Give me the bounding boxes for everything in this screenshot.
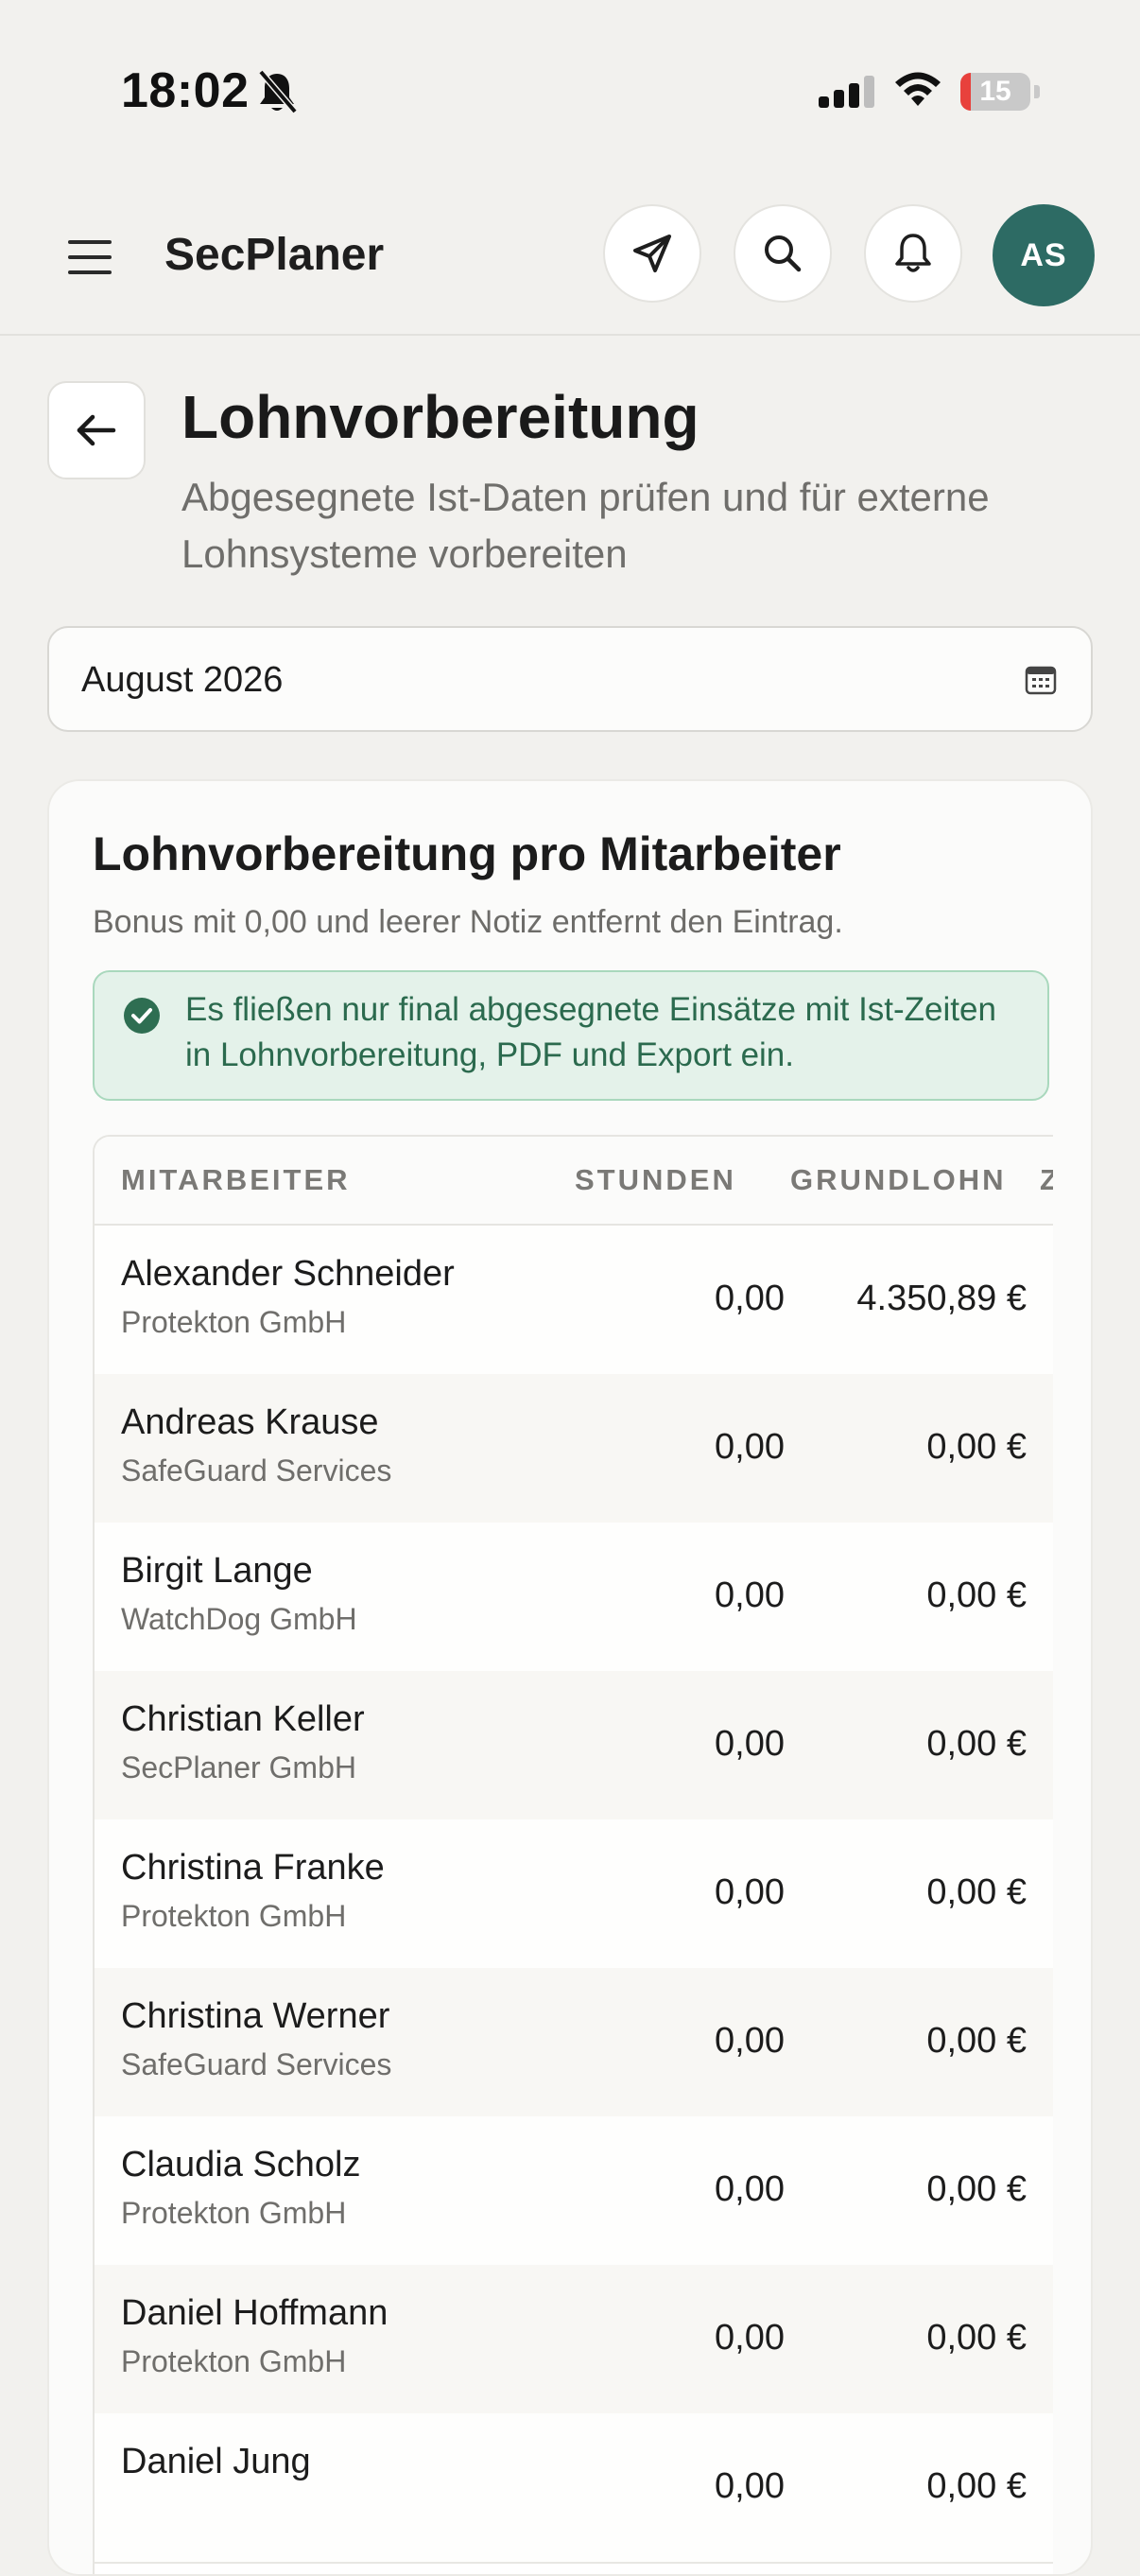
employee-hours: 0,00 <box>715 1427 785 1467</box>
employee-base-pay: 0,00 € <box>926 1427 1027 1467</box>
month-value: August 2026 <box>81 660 284 700</box>
employee-hours: 0,00 <box>715 1575 785 1615</box>
employee-company: SafeGuard Services <box>121 2047 392 2081</box>
notifications-button[interactable] <box>864 204 962 303</box>
employee-company: SecPlaner GmbH <box>121 1750 356 1784</box>
arrow-left-icon <box>77 414 116 446</box>
battery-indicator: 15 <box>960 73 1040 111</box>
signal-icon <box>819 76 874 108</box>
column-header-hours[interactable]: STUNDEN <box>575 1163 736 1197</box>
table-row[interactable]: Andreas Krause SafeGuard Services 0,00 0,00… <box>95 1374 1053 1524</box>
app-header: SecPlaner AS <box>0 180 1140 336</box>
employee-name: Christina Werner <box>121 1996 390 2036</box>
employee-hours: 0,00 <box>715 1872 785 1912</box>
employee-hours: 0,00 <box>715 2318 785 2358</box>
employee-name: Daniel Jung <box>121 2442 311 2481</box>
table-header: MITARBEITER STUNDEN GRUNDLOHN Z <box>95 1137 1053 1226</box>
check-circle-icon <box>124 998 160 1034</box>
payroll-card: Lohnvorbereitung pro Mitarbeiter Bonus m… <box>47 779 1093 2576</box>
back-button[interactable] <box>47 381 146 479</box>
employee-base-pay: 0,00 € <box>926 1872 1027 1912</box>
employee-name: Daniel Hoffmann <box>121 2293 389 2333</box>
employee-company: Protekton GmbH <box>121 2196 347 2230</box>
calendar-icon[interactable] <box>1025 664 1057 696</box>
table-row[interactable]: Christina Werner SafeGuard Services 0,00 0,… <box>95 1968 1053 2118</box>
employee-hours: 0,00 <box>715 2466 785 2506</box>
info-text: Es fließen nur final abgesegnete Einsätz… <box>185 991 996 1073</box>
table-row[interactable]: Christian Keller SecPlaner GmbH 0,00 0,00 € <box>95 1671 1053 1821</box>
wifi-icon <box>895 72 941 106</box>
employee-name: Andreas Krause <box>121 1402 379 1442</box>
info-alert: Es fließen nur final abgesegnete Einsätz… <box>93 970 1049 1101</box>
month-picker[interactable]: August 2026 <box>47 626 1093 732</box>
menu-button[interactable] <box>64 238 117 276</box>
table-row[interactable]: Daniel Jung 0,00 0,00 € <box>95 2413 1053 2564</box>
column-header-next[interactable]: Z <box>1040 1163 1053 1197</box>
table-row[interactable]: Alexander Schneider Protekton GmbH 0,00 4.3… <box>95 1226 1053 1376</box>
employee-name: Christian Keller <box>121 1699 365 1739</box>
bell-icon <box>895 234 931 272</box>
employee-hours: 0,00 <box>715 1279 785 1318</box>
employee-name: Christina Franke <box>121 1848 385 1888</box>
app-title: SecPlaner <box>164 230 385 280</box>
employee-company: Protekton GmbH <box>121 2344 347 2378</box>
column-header-employee[interactable]: MITARBEITER <box>121 1163 351 1197</box>
battery-level: 15 <box>979 76 1011 107</box>
employee-base-pay: 0,00 € <box>926 2021 1027 2061</box>
employee-base-pay: 0,00 € <box>926 2318 1027 2358</box>
employee-name: Alexander Schneider <box>121 1254 455 1294</box>
status-bar: 18:02 15 <box>0 0 1140 180</box>
employee-base-pay: 0,00 € <box>926 1575 1027 1615</box>
page-subtitle: Abgesegnete Ist-Daten prüfen und für ext… <box>181 475 990 576</box>
search-icon <box>765 235 802 272</box>
table-row[interactable]: Daniel Hoffmann Protekton GmbH 0,00 0,00 € <box>95 2265 1053 2415</box>
table-row[interactable]: Claudia Scholz Protekton GmbH 0,00 0,00 € <box>95 2116 1053 2267</box>
employee-base-pay: 0,00 € <box>926 2466 1027 2506</box>
employee-company: Protekton GmbH <box>121 1899 347 1933</box>
page-title: Lohnvorbereitung <box>181 383 700 451</box>
search-button[interactable] <box>734 204 832 303</box>
payroll-table[interactable]: MITARBEITER STUNDEN GRUNDLOHN Z Alexande… <box>93 1135 1053 2574</box>
column-header-base-pay[interactable]: GRUNDLOHN <box>790 1163 1007 1197</box>
table-row[interactable]: Birgit Lange WatchDog GmbH 0,00 0,00 € <box>95 1523 1053 1673</box>
employee-name: Birgit Lange <box>121 1551 313 1591</box>
avatar[interactable]: AS <box>993 204 1095 306</box>
employee-hours: 0,00 <box>715 2169 785 2209</box>
employee-company: SafeGuard Services <box>121 1453 392 1488</box>
card-title: Lohnvorbereitung pro Mitarbeiter <box>93 827 841 880</box>
employee-hours: 0,00 <box>715 1724 785 1764</box>
send-icon <box>633 235 671 272</box>
bell-muted-icon <box>258 69 298 114</box>
employee-hours: 0,00 <box>715 2021 785 2061</box>
employee-base-pay: 0,00 € <box>926 1724 1027 1764</box>
status-time: 18:02 <box>121 63 250 118</box>
card-hint: Bonus mit 0,00 und leerer Notiz entfernt… <box>93 904 843 940</box>
table-row[interactable]: Christina Franke Protekton GmbH 0,00 0,00 € <box>95 1819 1053 1970</box>
employee-base-pay: 0,00 € <box>926 2169 1027 2209</box>
employee-company: WatchDog GmbH <box>121 1602 357 1636</box>
menu-icon <box>68 240 112 244</box>
employee-name: Claudia Scholz <box>121 2145 361 2184</box>
send-button[interactable] <box>603 204 701 303</box>
employee-company: Protekton GmbH <box>121 1305 347 1339</box>
employee-base-pay: 4.350,89 € <box>856 1279 1027 1318</box>
